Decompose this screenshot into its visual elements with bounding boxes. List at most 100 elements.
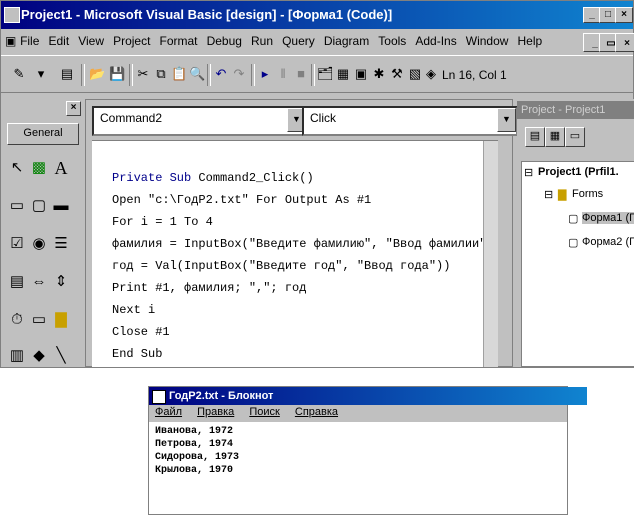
tree-collapse-icon[interactable]: ⊟ bbox=[544, 188, 553, 201]
redo-icon[interactable]: ↷ bbox=[231, 66, 247, 82]
menu-diagram[interactable]: Diagram bbox=[321, 31, 372, 48]
text-line: Крылова, 1970 bbox=[155, 465, 234, 476]
menu-file[interactable]: File bbox=[17, 31, 42, 48]
notepad-menu-help[interactable]: Справка bbox=[289, 405, 344, 418]
vb-toolbar: ✎ ▾ ▤ 📂 💾 ✂ ⧉ 📋 🔍 ↶ ↷ ▸ ‖ ■ 🗂 ▦ ▣ ✱ ⚒ ▧ … bbox=[1, 55, 633, 93]
combobox-icon[interactable]: ☰ bbox=[51, 233, 71, 255]
code-line: End Sub bbox=[112, 347, 163, 361]
component-manager-icon[interactable]: ◈ bbox=[423, 66, 439, 82]
dirlistbox-icon[interactable]: ▇ bbox=[51, 309, 71, 331]
break-icon[interactable]: ‖ bbox=[275, 66, 291, 82]
cursor-position: Ln 16, Col 1 bbox=[442, 68, 507, 82]
view-code-icon[interactable]: ▤ bbox=[525, 127, 545, 147]
add-project-icon[interactable]: ✎ bbox=[11, 66, 27, 82]
object-combo[interactable]: Command2 ▼ bbox=[92, 106, 308, 136]
tree-item-project[interactable]: Project1 (Prfil1. bbox=[538, 166, 619, 178]
tree-item-forms[interactable]: Forms bbox=[572, 188, 603, 200]
menu-add-ins[interactable]: Add-Ins bbox=[412, 31, 459, 48]
picturebox-icon[interactable]: ▩ bbox=[29, 157, 49, 179]
command-button-icon[interactable]: ▬ bbox=[51, 195, 71, 217]
menu-debug[interactable]: Debug bbox=[204, 31, 245, 48]
frame-icon[interactable]: ▢ bbox=[29, 195, 49, 217]
filelistbox-icon[interactable]: ▥ bbox=[7, 345, 27, 367]
menu-project[interactable]: Project bbox=[110, 31, 153, 48]
notepad-icon[interactable] bbox=[152, 390, 166, 404]
end-icon[interactable]: ■ bbox=[293, 66, 309, 82]
menu-editor-icon[interactable]: ▤ bbox=[59, 66, 75, 82]
text-line: Петрова, 1974 bbox=[155, 439, 234, 450]
menu-tools[interactable]: Tools bbox=[375, 31, 409, 48]
save-icon[interactable]: 💾 bbox=[109, 66, 125, 82]
tree-item-form1[interactable]: Форма1 (Г bbox=[582, 212, 634, 224]
timer-icon[interactable]: ⏱ bbox=[7, 309, 27, 331]
notepad-title-bar: ГодР2.txt - Блокнот bbox=[149, 387, 587, 405]
notepad-menu-edit[interactable]: Правка bbox=[191, 405, 240, 418]
notepad-title: ГодР2.txt - Блокнот bbox=[169, 390, 274, 402]
toolbox-panel: × General ↖ ▩ A ▭ ▢ ▬ ☑ ◉ ☰ ▤ ⇔ ⇕ ⏱ ▭ ▇ … bbox=[3, 99, 81, 367]
code-line: Close #1 bbox=[112, 325, 170, 339]
mdi-doc-icon[interactable]: ▣ bbox=[1, 31, 16, 48]
code-scrollbar[interactable] bbox=[483, 141, 498, 367]
folder-icon: ▇ bbox=[558, 189, 567, 201]
menu-window[interactable]: Window bbox=[463, 31, 512, 48]
code-line: год = Val(InputBox("Введите год", "Ввод … bbox=[112, 259, 451, 273]
chevron-down-icon[interactable]: ▼ bbox=[497, 108, 516, 132]
cut-icon[interactable]: ✂ bbox=[135, 66, 151, 82]
copy-icon[interactable]: ⧉ bbox=[153, 66, 169, 82]
form-layout-icon[interactable]: ▣ bbox=[353, 66, 369, 82]
menu-run[interactable]: Run bbox=[248, 31, 276, 48]
undo-icon[interactable]: ↶ bbox=[213, 66, 229, 82]
procedure-combo-value: Click bbox=[310, 111, 336, 125]
notepad-menu-file[interactable]: Файл bbox=[149, 405, 188, 418]
shape-icon[interactable]: ◆ bbox=[29, 345, 49, 367]
hscrollbar-icon[interactable]: ⇔ bbox=[29, 271, 49, 293]
start-icon[interactable]: ▸ bbox=[257, 66, 273, 82]
close-icon[interactable]: × bbox=[615, 7, 633, 23]
toggle-folders-icon[interactable]: ▭ bbox=[565, 127, 585, 147]
tree-item-form2[interactable]: Форма2 (Г bbox=[582, 236, 634, 248]
object-browser-icon[interactable]: ✱ bbox=[371, 66, 387, 82]
text-line: Иванова, 1972 bbox=[155, 426, 234, 437]
menu-help[interactable]: Help bbox=[515, 31, 546, 48]
line-icon[interactable]: ╲ bbox=[51, 345, 71, 367]
listbox-icon[interactable]: ▤ bbox=[7, 271, 27, 293]
vscrollbar-icon[interactable]: ⇕ bbox=[51, 271, 71, 293]
view-object-icon[interactable]: ▦ bbox=[545, 127, 565, 147]
project-explorer-icon[interactable]: 🗂 bbox=[317, 66, 334, 82]
notepad-window: ГодР2.txt - Блокнот Файл Правка Поиск Сп… bbox=[148, 386, 587, 515]
toolbox-general-tab[interactable]: General bbox=[7, 123, 79, 145]
form-icon: ▢ bbox=[568, 237, 579, 249]
vb-app-icon[interactable] bbox=[4, 7, 20, 23]
find-icon[interactable]: 🔍 bbox=[189, 66, 205, 82]
menu-query[interactable]: Query bbox=[279, 31, 318, 48]
menu-view[interactable]: View bbox=[75, 31, 107, 48]
textbox-icon[interactable]: ▭ bbox=[7, 195, 27, 217]
tree-collapse-icon[interactable]: ⊟ bbox=[524, 166, 533, 179]
form-icon: ▢ bbox=[568, 213, 579, 225]
toolbox-icon[interactable]: ⚒ bbox=[389, 66, 405, 82]
menu-edit[interactable]: Edit bbox=[45, 31, 72, 48]
open-icon[interactable]: 📂 bbox=[89, 66, 105, 82]
code-editor[interactable]: Private Sub Command2_Click() Open "c:\Го… bbox=[92, 140, 498, 367]
properties-icon[interactable]: ▦ bbox=[335, 66, 351, 82]
data-view-icon[interactable]: ▧ bbox=[407, 66, 423, 82]
text-line: Сидорова, 1973 bbox=[155, 452, 240, 463]
code-line: Next i bbox=[112, 303, 156, 317]
notepad-menu-bar: Файл Правка Поиск Справка bbox=[149, 405, 567, 422]
add-form-icon[interactable]: ▾ bbox=[33, 66, 49, 82]
mdi-close-icon[interactable]: × bbox=[615, 33, 634, 52]
option-button-icon[interactable]: ◉ bbox=[29, 233, 49, 255]
menu-format[interactable]: Format bbox=[157, 31, 201, 48]
paste-icon[interactable]: 📋 bbox=[171, 66, 187, 82]
vb-title-bar: Project1 - Microsoft Visual Basic [desig… bbox=[1, 1, 633, 29]
notepad-menu-search[interactable]: Поиск bbox=[243, 405, 285, 418]
label-icon[interactable]: A bbox=[51, 157, 71, 179]
notepad-text-area[interactable]: Иванова, 1972 Петрова, 1974 Сидорова, 19… bbox=[155, 425, 239, 477]
checkbox-icon[interactable]: ☑ bbox=[7, 233, 27, 255]
drivelistbox-icon[interactable]: ▭ bbox=[29, 309, 49, 331]
pointer-icon[interactable]: ↖ bbox=[7, 157, 27, 179]
toolbox-close-icon[interactable]: × bbox=[66, 101, 81, 116]
procedure-combo[interactable]: Click ▼ bbox=[302, 106, 518, 136]
vb-menu-bar: ▣ File Edit View Project Format Debug Ru… bbox=[1, 31, 634, 52]
code-line: Print #1, фамилия; ","; год bbox=[112, 281, 307, 295]
